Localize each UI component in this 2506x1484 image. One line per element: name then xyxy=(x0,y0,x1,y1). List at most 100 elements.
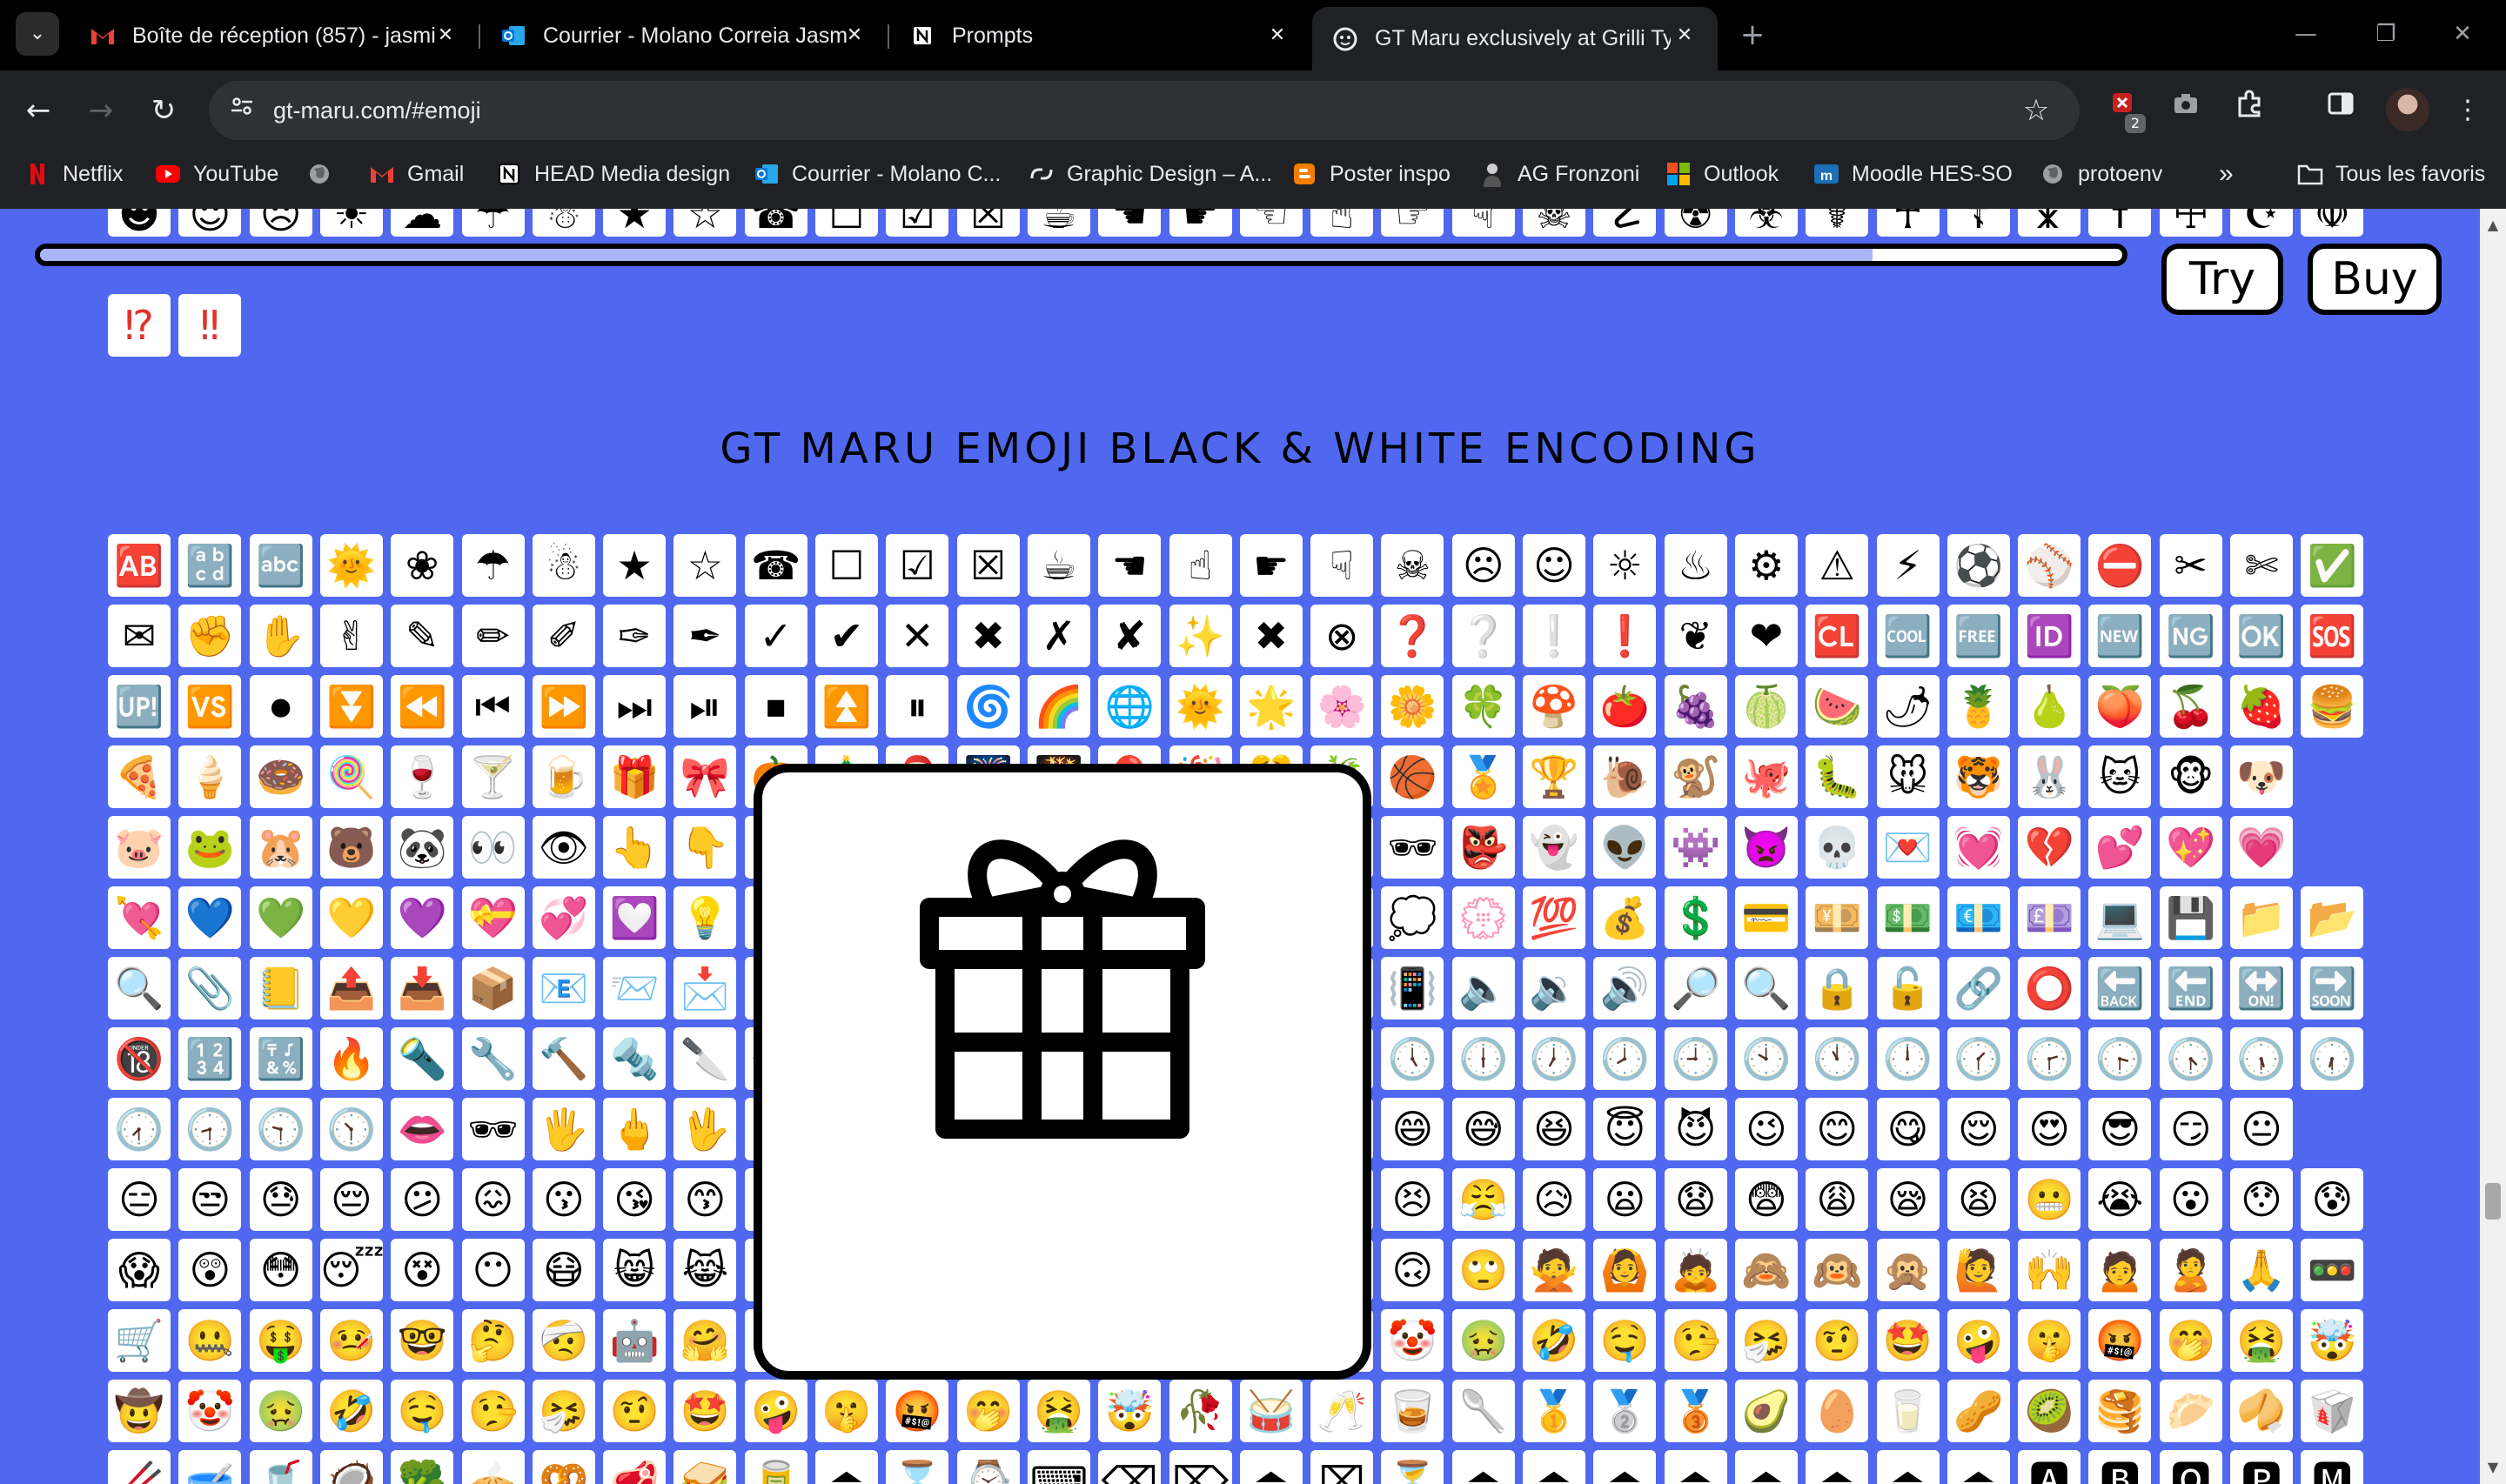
emoji-cell[interactable]: ⏮ xyxy=(461,675,525,738)
emoji-cell[interactable]: ☀ xyxy=(319,209,383,237)
forward-button[interactable]: → xyxy=(77,86,125,135)
scroll-down-arrow[interactable]: ▼ xyxy=(2480,1454,2506,1481)
emoji-cell[interactable]: ⏏ xyxy=(1876,1450,1940,1484)
emoji-cell[interactable]: 🍦 xyxy=(178,745,242,808)
tab-gt-maru[interactable]: GT Maru exclusively at Grilli Typ ✕ xyxy=(1312,7,1718,70)
emoji-cell[interactable]: ⏏ xyxy=(1593,1450,1657,1484)
emoji-cell[interactable]: 😉 xyxy=(1734,1098,1798,1160)
emoji-cell[interactable]: 😇 xyxy=(1593,1098,1657,1160)
emoji-cell[interactable]: 🤖 xyxy=(603,1309,667,1372)
emoji-cell[interactable]: 🐹 xyxy=(249,816,312,879)
emoji-cell[interactable]: 😯 xyxy=(2230,1168,2293,1231)
emoji-cell[interactable]: 😄 xyxy=(1381,1098,1444,1160)
emoji-cell[interactable]: ☚ xyxy=(1098,534,1162,597)
try-button[interactable]: Try xyxy=(2161,244,2283,315)
emoji-cell[interactable]: ⏫ xyxy=(815,675,878,738)
emoji-cell[interactable]: 😭 xyxy=(2088,1168,2152,1231)
puzzle-extensions-icon[interactable] xyxy=(2228,88,2273,133)
emoji-cell[interactable]: ☎ xyxy=(744,209,807,237)
emoji-cell[interactable]: 📨 xyxy=(603,957,667,1019)
emoji-cell[interactable]: 🌞 xyxy=(1169,675,1232,738)
emoji-cell[interactable]: 🌶 xyxy=(1876,675,1940,738)
emoji-cell[interactable]: 😣 xyxy=(1381,1168,1444,1231)
emoji-cell[interactable]: ✉ xyxy=(108,605,171,667)
emoji-cell[interactable]: 🥉 xyxy=(1664,1380,1727,1442)
bookmark-moodle[interactable]: m Moodle HES-SO xyxy=(1813,150,2013,197)
emoji-cell[interactable]: 🤡 xyxy=(1381,1309,1444,1372)
emoji-cell[interactable]: ❕ xyxy=(1523,605,1585,667)
emoji-cell[interactable]: ✏ xyxy=(461,605,525,667)
emoji-cell[interactable]: ⏏ xyxy=(1734,1450,1798,1484)
emoji-cell[interactable]: 💾 xyxy=(2159,886,2222,949)
emoji-cell[interactable]: 🌼 xyxy=(1381,675,1444,738)
emoji-cell[interactable]: 🕕 xyxy=(1451,1027,1515,1090)
emoji-cell[interactable]: 😦 xyxy=(1593,1168,1657,1231)
back-button[interactable]: ← xyxy=(14,86,63,135)
emoji-cell[interactable]: 🥃 xyxy=(1381,1380,1444,1442)
emoji-cell[interactable]: 🤭 xyxy=(956,1380,1020,1442)
emoji-cell[interactable]: ☚ xyxy=(1098,209,1162,237)
emoji-cell[interactable]: 🤨 xyxy=(603,1380,667,1442)
emoji-cell[interactable]: 💮 xyxy=(1451,886,1515,949)
emoji-cell[interactable]: 🙏 xyxy=(2230,1239,2293,1301)
emoji-cell[interactable]: 😧 xyxy=(1664,1168,1727,1231)
emoji-cell[interactable]: 🤥 xyxy=(461,1380,525,1442)
emoji-cell[interactable]: 🙃 xyxy=(1381,1239,1444,1301)
emoji-cell[interactable]: 🙌 xyxy=(2018,1239,2081,1301)
emoji-cell[interactable]: 🙄 xyxy=(1451,1239,1515,1301)
emoji-cell[interactable]: ☐ xyxy=(815,209,878,237)
emoji-cell[interactable]: 🛒 xyxy=(108,1309,171,1372)
emoji-cell[interactable]: 🥤 xyxy=(249,1450,312,1484)
emoji-cell[interactable]: ★ xyxy=(603,209,667,237)
emoji-cell[interactable]: 🆕 xyxy=(2088,605,2152,667)
emoji-cell[interactable]: 🔜 xyxy=(2301,957,2364,1019)
emoji-cell[interactable]: ☺ xyxy=(178,209,242,237)
emoji-cell[interactable]: 🥞 xyxy=(2088,1380,2152,1442)
emoji-cell[interactable]: 🥢 xyxy=(108,1450,171,1484)
emoji-cell[interactable]: ⏯ xyxy=(673,675,737,738)
emoji-cell[interactable]: ☜ xyxy=(1239,209,1303,237)
emoji-cell[interactable]: ☞ xyxy=(1381,209,1444,237)
emoji-cell[interactable]: 🥝 xyxy=(2018,1380,2081,1442)
emoji-cell[interactable]: 🥥 xyxy=(319,1450,383,1484)
emoji-cell[interactable]: 📧 xyxy=(532,957,595,1019)
emoji-cell[interactable]: 🥡 xyxy=(2301,1380,2364,1442)
emoji-cell[interactable]: ⏺ xyxy=(249,675,312,738)
emoji-cell[interactable]: 😖 xyxy=(461,1168,525,1231)
emoji-cell[interactable]: 🕤 xyxy=(249,1098,312,1160)
bookmark-graphic-design[interactable]: Graphic Design – A... xyxy=(1029,150,1272,197)
emoji-cell[interactable]: 🥈 xyxy=(1593,1380,1657,1442)
emoji-cell[interactable]: 💛 xyxy=(319,886,383,949)
emoji-cell[interactable]: 🕜 xyxy=(1947,1027,2010,1090)
emoji-cell[interactable]: 🐵 xyxy=(2159,745,2222,808)
emoji-cell[interactable]: 😨 xyxy=(1734,1168,1798,1231)
emoji-cell[interactable]: 🥛 xyxy=(1876,1380,1940,1442)
emoji-cell[interactable]: 🍀 xyxy=(1451,675,1515,738)
emoji-cell[interactable]: 💕 xyxy=(2088,816,2152,879)
emoji-cell[interactable]: 🆎 xyxy=(108,534,171,597)
emoji-cell[interactable]: ⏏ xyxy=(1451,1450,1515,1484)
emoji-cell[interactable]: 🔛 xyxy=(2230,957,2293,1019)
bookmark-netflix[interactable]: Netflix xyxy=(24,150,123,197)
emoji-cell[interactable]: ✘ xyxy=(1098,605,1162,667)
emoji-cell[interactable]: 🎁 xyxy=(603,745,667,808)
emoji-cell[interactable]: ☝ xyxy=(1169,534,1232,597)
tab-prompts[interactable]: Prompts ✕ xyxy=(889,12,1310,59)
emoji-cell[interactable]: 🆙 xyxy=(108,675,171,738)
emoji-cell[interactable]: ☆ xyxy=(673,534,737,597)
emoji-cell[interactable]: 🔦 xyxy=(391,1027,454,1090)
emoji-cell[interactable]: ☠ xyxy=(1381,534,1444,597)
emoji-cell[interactable]: 🥪 xyxy=(673,1450,737,1484)
emoji-cell[interactable]: 😗 xyxy=(532,1168,595,1231)
emoji-cell[interactable]: ⏭ xyxy=(603,675,667,738)
emoji-cell[interactable]: 🙊 xyxy=(1876,1239,1940,1301)
new-tab-button[interactable]: + xyxy=(1732,16,1773,57)
emoji-cell[interactable]: 🤩 xyxy=(1876,1309,1940,1372)
emoji-cell[interactable]: ☩ xyxy=(2159,209,2222,237)
emoji-cell[interactable]: 🐭 xyxy=(1876,745,1940,808)
emoji-cell[interactable]: ⚾ xyxy=(2018,534,2081,597)
emoji-cell[interactable]: 🥩 xyxy=(603,1450,667,1484)
emoji-cell[interactable]: 🤪 xyxy=(1947,1309,2010,1372)
emoji-cell[interactable]: 🕖 xyxy=(1523,1027,1585,1090)
emoji-cell[interactable]: 🤮 xyxy=(1027,1380,1090,1442)
